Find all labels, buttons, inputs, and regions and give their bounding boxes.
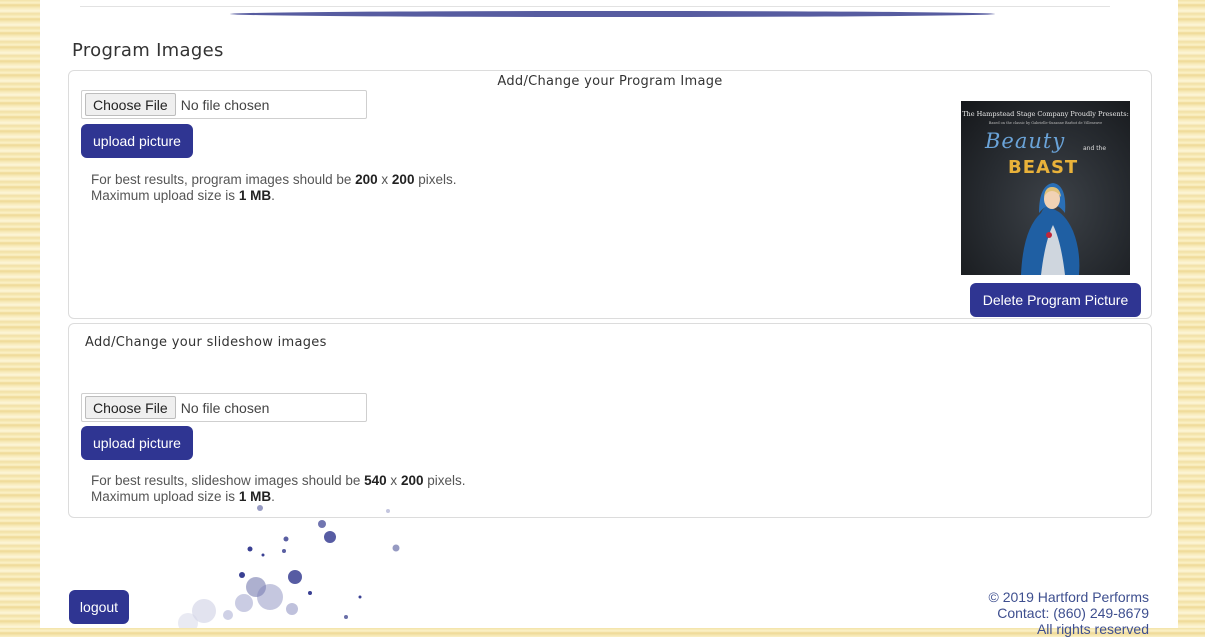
section-title: Program Images <box>72 40 224 61</box>
page-container: Program Images Add/Change your Program I… <box>40 0 1178 637</box>
logout-button[interactable]: logout <box>69 590 129 624</box>
poster-credit: Based on the classic by Gabrielle-Suzann… <box>988 121 1103 125</box>
upload-picture-button[interactable]: upload picture <box>81 124 193 158</box>
poster-title-andthe: and the <box>1083 145 1107 152</box>
upload-picture-button[interactable]: upload picture <box>81 426 193 460</box>
delete-program-picture-button[interactable]: Delete Program Picture <box>970 283 1141 317</box>
program-image-heading: Add/Change your Program Image <box>497 74 723 89</box>
program-file-input[interactable]: Choose File No file chosen <box>81 90 367 119</box>
top-divider <box>80 0 1110 7</box>
program-image-note: For best results, program images should … <box>91 172 456 204</box>
footer-contact: Contact: (860) 249-8679 <box>997 605 1149 621</box>
slideshow-images-panel: Add/Change your slideshow images Choose … <box>68 323 1152 518</box>
file-status: No file chosen <box>180 96 270 113</box>
poster-figure <box>1021 183 1080 275</box>
poster-title-beauty: Beauty <box>985 129 1066 153</box>
note-line-2: Maximum upload size is 1 MB. <box>91 489 275 504</box>
footer-rights: All rights reserved <box>1036 621 1149 637</box>
poster-title-beast: BEAST <box>1008 157 1079 178</box>
choose-file-button[interactable]: Choose File <box>85 93 176 116</box>
note-line-1: For best results, slideshow images shoul… <box>91 473 466 488</box>
footer-copyright-link[interactable]: © 2019 Hartford Performs <box>989 589 1150 605</box>
program-image-panel: Add/Change your Program Image Choose Fil… <box>68 70 1152 319</box>
slideshow-image-note: For best results, slideshow images shoul… <box>91 473 466 505</box>
choose-file-button[interactable]: Choose File <box>85 396 176 419</box>
brush-stroke-divider <box>230 11 995 17</box>
note-line-1: For best results, program images should … <box>91 172 457 187</box>
note-line-2: Maximum upload size is 1 MB. <box>91 188 275 203</box>
paint-splatter-decoration <box>178 505 400 628</box>
poster-presenter: The Hampstead Stage Company Proudly Pres… <box>962 110 1129 118</box>
slideshow-file-input[interactable]: Choose File No file chosen <box>81 393 367 422</box>
footer: © 2019 Hartford Performs Contact: (860) … <box>989 589 1150 637</box>
program-picture: The Hampstead Stage Company Proudly Pres… <box>961 101 1130 275</box>
file-status: No file chosen <box>180 399 270 416</box>
slideshow-heading: Add/Change your slideshow images <box>85 335 327 350</box>
